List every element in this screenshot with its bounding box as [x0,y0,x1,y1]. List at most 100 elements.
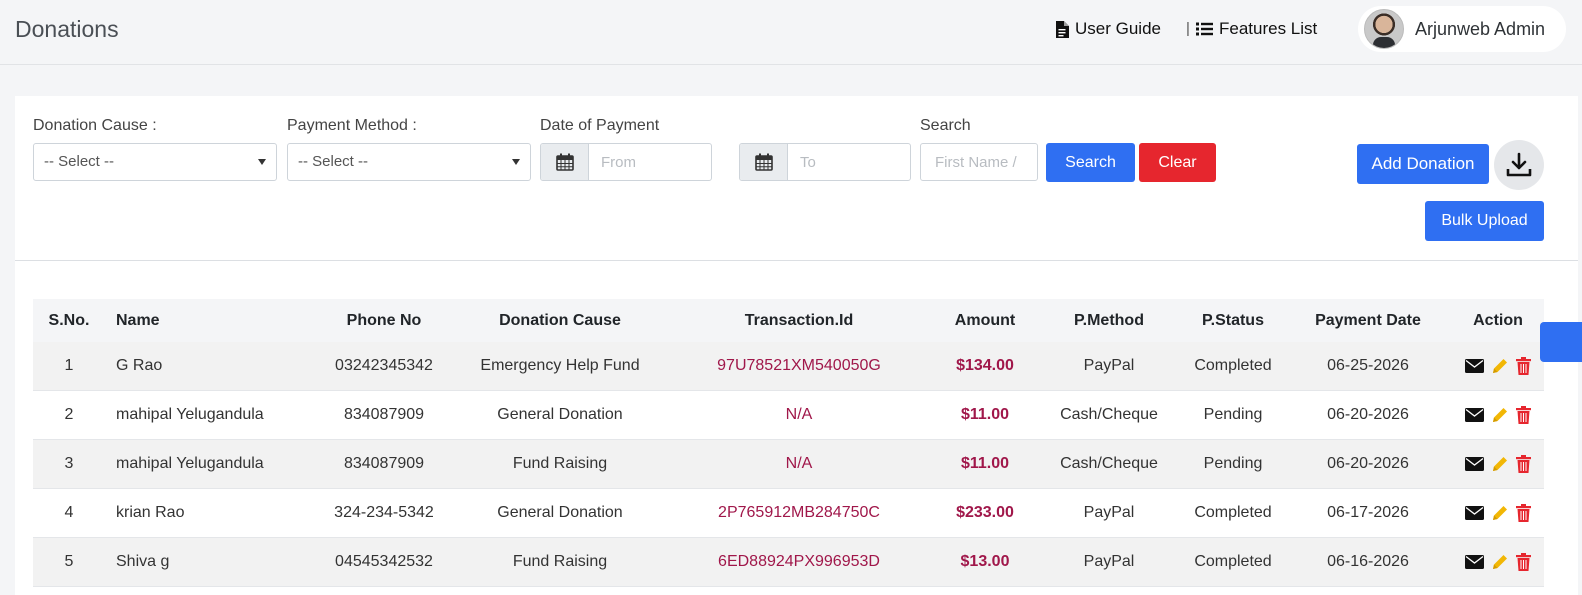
search-input[interactable]: First Name / [920,143,1038,181]
table-body: 1 G Rao 03242345342 Emergency Help Fund … [33,342,1544,587]
column-header-sno[interactable]: S.No. [33,299,105,342]
donations-table: S.No. Name Phone No Donation Cause Trans… [33,299,1544,587]
calendar-icon[interactable] [541,144,589,180]
cell-actions [1458,489,1538,537]
payment-method-label: Payment Method : [287,117,417,134]
document-icon [1056,20,1069,38]
cell-status: Completed [1194,504,1272,521]
donation-cause-select[interactable]: -- Select -- [33,143,277,181]
cell-sno: 3 [64,455,74,472]
user-menu[interactable]: Arjunweb Admin [1358,6,1566,52]
user-name: Arjunweb Admin [1415,18,1546,39]
trash-icon[interactable] [1516,553,1531,571]
cell-phone: 834087909 [343,455,425,472]
cell-amount: $134.00 [956,357,1014,374]
column-header-phone[interactable]: Phone No [313,299,455,342]
cell-status: Completed [1194,357,1272,374]
cell-sno: 1 [64,357,74,374]
table-header: S.No. Name Phone No Donation Cause Trans… [33,299,1544,342]
envelope-icon[interactable] [1465,506,1484,520]
pencil-icon[interactable] [1491,504,1509,522]
cell-actions [1458,538,1538,586]
cell-transaction-id: 97U78521XM540050G [717,357,881,374]
donations-card: Donation Cause : -- Select -- Payment Me… [15,96,1578,595]
cell-method: Cash/Cheque [1060,406,1158,423]
cell-payment-date: 06-17-2026 [1327,504,1409,521]
envelope-icon[interactable] [1465,359,1484,373]
cell-cause: General Donation [497,504,623,521]
download-button[interactable] [1494,140,1544,190]
side-panel-tab[interactable] [1540,322,1582,362]
cell-sno: 5 [64,553,74,570]
trash-icon[interactable] [1516,455,1531,473]
column-header-date[interactable]: Payment Date [1303,299,1433,342]
header-separator: | [1186,20,1190,37]
cell-method: Cash/Cheque [1060,455,1158,472]
clear-button[interactable]: Clear [1139,143,1216,182]
envelope-icon[interactable] [1465,457,1484,471]
pencil-icon[interactable] [1491,357,1509,375]
cell-phone: 03242345342 [335,357,433,374]
cell-status: Completed [1194,553,1272,570]
cell-name: krian Rao [116,504,185,521]
cell-actions [1458,342,1538,390]
cell-amount: $11.00 [960,406,1010,423]
column-header-status[interactable]: P.Status [1183,299,1283,342]
cell-amount: $11.00 [960,455,1010,472]
date-to-field[interactable]: To [739,143,911,181]
pencil-icon[interactable] [1491,553,1509,571]
date-from-field[interactable]: From [540,143,712,181]
payment-method-select[interactable]: -- Select -- [287,143,531,181]
donation-cause-value: -- Select -- [44,153,115,170]
cell-name: mahipal Yelugandula [116,455,264,472]
features-list-link[interactable]: Features List [1196,19,1317,39]
cell-transaction-id: N/A [785,406,813,423]
date-to-input[interactable]: To [788,144,910,180]
add-donation-button[interactable]: Add Donation [1357,144,1489,184]
table-row: 3 mahipal Yelugandula 834087909 Fund Rai… [33,440,1544,489]
cell-transaction-id: N/A [785,455,813,472]
column-header-method[interactable]: P.Method [1055,299,1163,342]
page-title: Donations [15,16,119,42]
search-button[interactable]: Search [1046,143,1135,182]
cell-sno: 4 [64,504,74,521]
pencil-icon[interactable] [1491,455,1509,473]
cell-amount: $13.00 [960,553,1010,570]
caret-down-icon [258,159,266,165]
column-header-transaction[interactable]: Transaction.Id [699,299,899,342]
cell-phone: 324-234-5342 [334,504,434,521]
cell-transaction-id: 6ED88924PX996953D [718,553,880,570]
column-header-amount[interactable]: Amount [943,299,1027,342]
cell-phone: 04545342532 [335,553,433,570]
cell-cause: Fund Raising [512,455,608,472]
divider [15,260,1578,261]
pencil-icon[interactable] [1491,406,1509,424]
download-icon [1506,152,1532,177]
trash-icon[interactable] [1516,357,1531,375]
calendar-icon[interactable] [740,144,788,180]
column-header-action: Action [1473,311,1523,329]
cell-payment-date: 06-25-2026 [1327,357,1409,374]
cell-payment-date: 06-16-2026 [1327,553,1409,570]
cell-actions [1458,391,1538,439]
column-header-name[interactable]: Name [116,299,160,342]
cell-cause: General Donation [497,406,623,423]
table-row: 4 krian Rao 324-234-5342 General Donatio… [33,489,1544,538]
cell-name: Shiva g [116,553,170,570]
trash-icon[interactable] [1516,504,1531,522]
envelope-icon[interactable] [1465,555,1484,569]
caret-down-icon [512,159,520,165]
cell-status: Pending [1203,455,1263,472]
table-row: 5 Shiva g 04545342532 Fund Raising 6ED88… [33,538,1544,587]
cell-sno: 2 [64,406,74,423]
bulk-upload-button[interactable]: Bulk Upload [1425,201,1544,241]
cell-name: G Rao [116,357,163,374]
cell-method: PayPal [1083,553,1135,570]
table-row: 1 G Rao 03242345342 Emergency Help Fund … [33,342,1544,391]
date-from-input[interactable]: From [589,144,711,180]
user-guide-link[interactable]: User Guide [1055,19,1161,39]
cell-cause: Fund Raising [512,553,608,570]
column-header-cause[interactable]: Donation Cause [469,299,651,342]
trash-icon[interactable] [1516,406,1531,424]
envelope-icon[interactable] [1465,408,1484,422]
